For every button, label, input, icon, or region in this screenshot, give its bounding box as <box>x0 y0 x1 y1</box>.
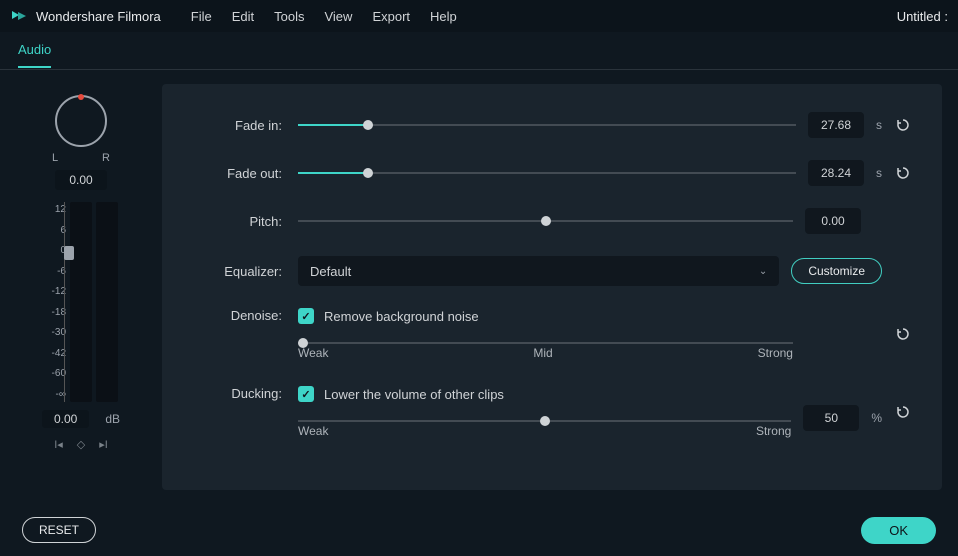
row-equalizer: Equalizer: Default ⌄ Customize <box>192 256 912 286</box>
denoise-label: Denoise: <box>192 308 282 323</box>
left-panel: L R 0.00 12 6 0 -6 -12 -18 -30 -42 -60 -… <box>16 84 146 490</box>
row-fade-in: Fade in: 27.68 s <box>192 112 912 138</box>
pan-r-label: R <box>102 152 110 164</box>
pan-indicator-icon <box>78 94 84 100</box>
fade-in-unit: s <box>876 118 882 132</box>
menu-file[interactable]: File <box>191 9 212 24</box>
row-fade-out: Fade out: 28.24 s <box>192 160 912 186</box>
meter-bar-r <box>96 202 118 402</box>
reset-button[interactable]: RESET <box>22 517 96 543</box>
menu-tools[interactable]: Tools <box>274 9 304 24</box>
fade-in-value[interactable]: 27.68 <box>808 112 864 138</box>
menu-bar: File Edit Tools View Export Help <box>191 9 457 24</box>
equalizer-select[interactable]: Default ⌄ <box>298 256 779 286</box>
tab-audio[interactable]: Audio <box>18 33 51 68</box>
app-logo-icon <box>10 7 28 25</box>
settings-panel: Fade in: 27.68 s Fade out: <box>162 84 942 490</box>
ducking-ticks: Weak Strong <box>298 424 791 438</box>
doc-title: Untitled : <box>897 9 948 24</box>
ducking-reset-icon[interactable] <box>894 403 912 421</box>
transport: I◂ ◇ ▸I <box>54 438 108 451</box>
equalizer-selected: Default <box>310 264 351 279</box>
volume-meter[interactable] <box>70 202 118 402</box>
fade-in-reset-icon[interactable] <box>894 116 912 134</box>
fade-out-unit: s <box>876 166 882 180</box>
ducking-value[interactable]: 50 <box>803 405 859 431</box>
customize-button[interactable]: Customize <box>791 258 882 284</box>
pan-value: 0.00 <box>55 170 106 190</box>
equalizer-label: Equalizer: <box>192 264 282 279</box>
pan-l-label: L <box>52 152 58 164</box>
fade-in-slider[interactable] <box>298 118 796 132</box>
menu-export[interactable]: Export <box>372 9 410 24</box>
denoise-reset-icon[interactable] <box>894 325 912 343</box>
denoise-check-label: Remove background noise <box>324 309 479 324</box>
volume-handle-icon[interactable] <box>64 246 74 260</box>
pitch-label: Pitch: <box>192 214 282 229</box>
fade-out-reset-icon[interactable] <box>894 164 912 182</box>
row-ducking: Ducking: ✓ Lower the volume of other cli… <box>192 386 912 438</box>
fade-out-slider[interactable] <box>298 166 796 180</box>
pitch-slider[interactable] <box>298 214 793 228</box>
ducking-checkbox[interactable]: ✓ <box>298 386 314 402</box>
row-pitch: Pitch: 0.00 <box>192 208 912 234</box>
pitch-value[interactable]: 0.00 <box>805 208 861 234</box>
meter-bottom: 0.00 dB <box>42 410 120 428</box>
ducking-label: Ducking: <box>192 386 282 401</box>
content: L R 0.00 12 6 0 -6 -12 -18 -30 -42 -60 -… <box>0 70 958 504</box>
footer: RESET OK <box>0 504 958 556</box>
meter-scale: 12 6 0 -6 -12 -18 -30 -42 -60 -∞ <box>44 202 66 402</box>
chevron-down-icon: ⌄ <box>759 266 767 277</box>
menu-edit[interactable]: Edit <box>232 9 254 24</box>
meter-area: 12 6 0 -6 -12 -18 -30 -42 -60 -∞ <box>44 202 118 402</box>
ok-button[interactable]: OK <box>861 517 936 544</box>
prev-keyframe-icon[interactable]: I◂ <box>54 438 63 451</box>
row-denoise: Denoise: ✓ Remove background noise Weak … <box>192 308 912 360</box>
fade-out-value[interactable]: 28.24 <box>808 160 864 186</box>
next-keyframe-icon[interactable]: ▸I <box>99 438 108 451</box>
pan-labels: L R <box>52 152 110 164</box>
denoise-ticks: Weak Mid Strong <box>298 346 793 360</box>
volume-value: 0.00 <box>42 410 89 428</box>
meter-bar-l <box>70 202 92 402</box>
tab-bar: Audio <box>0 32 958 70</box>
fade-out-label: Fade out: <box>192 166 282 181</box>
menu-view[interactable]: View <box>324 9 352 24</box>
ducking-unit: % <box>871 411 882 425</box>
title-bar: Wondershare Filmora File Edit Tools View… <box>0 0 958 32</box>
add-keyframe-icon[interactable]: ◇ <box>77 438 85 451</box>
ducking-check-label: Lower the volume of other clips <box>324 387 504 402</box>
app-title: Wondershare Filmora <box>36 9 161 24</box>
menu-help[interactable]: Help <box>430 9 457 24</box>
fade-in-label: Fade in: <box>192 118 282 133</box>
pan-knob[interactable] <box>52 92 110 150</box>
denoise-checkbox[interactable]: ✓ <box>298 308 314 324</box>
volume-unit: dB <box>105 412 120 426</box>
